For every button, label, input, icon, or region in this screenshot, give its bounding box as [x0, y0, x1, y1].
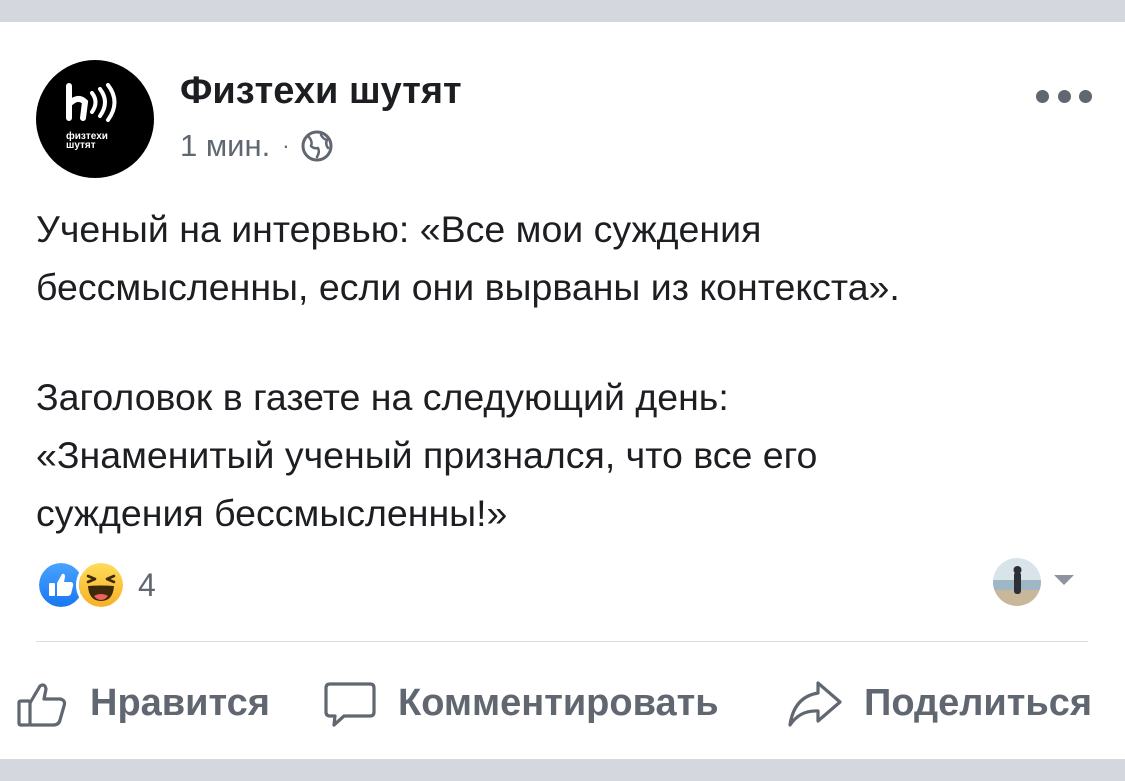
bottom-separator-bar — [0, 759, 1125, 781]
chevron-down-icon[interactable] — [1052, 573, 1076, 587]
share-button[interactable]: Поделиться — [786, 668, 1092, 738]
post-meta: 1 мин. · — [180, 126, 334, 166]
more-dot — [1079, 89, 1092, 103]
viewer-avatar[interactable] — [993, 558, 1041, 606]
share-label: Поделиться — [864, 681, 1093, 724]
reaction-count: 4 — [138, 566, 156, 603]
meta-separator: · — [282, 133, 290, 158]
page-name-link[interactable]: Физтехи шутят — [180, 70, 462, 113]
post-text-line: бессмысленны, если они вырваны из контек… — [36, 266, 900, 308]
thumbs-up-icon — [17, 683, 67, 727]
globe-icon — [301, 130, 333, 162]
post-text-line: «Знаменитый ученый признался, что все ег… — [36, 434, 818, 476]
more-dot — [1036, 89, 1049, 103]
more-options-icon[interactable] — [1036, 86, 1092, 106]
viewer-photo-icon — [993, 558, 1041, 606]
post-text-line: Ученый на интервью: «Все мои суждения — [36, 208, 762, 250]
post-text-line: суждения бессмысленны!» — [36, 492, 508, 534]
comment-icon — [324, 682, 376, 727]
post-actions: Нравится Комментировать Поделиться — [0, 668, 1125, 738]
like-label: Нравится — [90, 681, 270, 724]
divider — [36, 641, 1088, 642]
avatar-caption-line2: шутят — [66, 140, 96, 151]
post-text-line: Заголовок в газете на следующий день: — [36, 376, 729, 418]
comment-label: Комментировать — [398, 681, 719, 724]
haha-reaction-icon — [76, 560, 126, 610]
more-dot — [1057, 89, 1071, 103]
page-avatar[interactable]: физтехи шутят — [36, 60, 154, 178]
post-timestamp[interactable]: 1 мин. — [180, 128, 270, 164]
top-separator-bar — [0, 0, 1125, 22]
reactions-summary[interactable]: 4 — [36, 560, 156, 610]
like-button[interactable]: Нравится — [14, 668, 270, 738]
post-text: Ученый на интервью: «Все мои суждения бе… — [36, 200, 1096, 542]
page-logo-icon — [66, 83, 117, 122]
share-arrow-icon — [788, 681, 842, 727]
comment-button[interactable]: Комментировать — [322, 668, 719, 738]
